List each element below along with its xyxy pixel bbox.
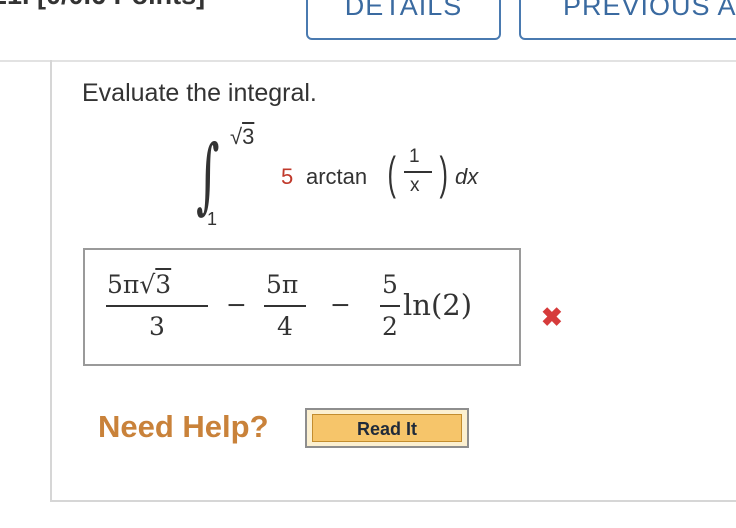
cross-icon: ✖ bbox=[541, 302, 563, 332]
fraction-numerator: 1 bbox=[409, 146, 420, 167]
term2-denominator: 4 bbox=[277, 312, 293, 341]
fraction-denominator: x bbox=[410, 175, 420, 196]
term3-log: ln(2) bbox=[403, 288, 473, 322]
previous-answers-label: PREVIOUS A bbox=[563, 0, 736, 21]
sqrt-symbol: √ bbox=[230, 124, 243, 149]
integral-lower-limit: 1 bbox=[207, 209, 218, 229]
question-points-label: 21. [0/0.6 Points] bbox=[0, 0, 205, 11]
term1-numerator-prefix: 5π√ bbox=[107, 270, 156, 299]
integral-upper-limit: √3 bbox=[230, 124, 254, 150]
minus-sign-1: − bbox=[226, 290, 247, 319]
need-help-label: Need Help? bbox=[98, 409, 269, 444]
term3-numerator: 5 bbox=[382, 270, 398, 299]
term1-denominator: 3 bbox=[149, 312, 165, 341]
left-paren: ( bbox=[387, 147, 396, 199]
term1-fraction-bar bbox=[106, 305, 208, 307]
differential: dx bbox=[455, 164, 479, 189]
term3-denominator: 2 bbox=[382, 312, 398, 341]
details-button[interactable]: DETAILS bbox=[306, 0, 501, 40]
details-button-label: DETAILS bbox=[344, 0, 463, 21]
term2-numerator: 5π bbox=[266, 270, 299, 299]
question-prompt: Evaluate the integral. bbox=[82, 79, 317, 107]
term1-radicand: 3 bbox=[155, 270, 172, 299]
integrand-function: arctan bbox=[306, 164, 368, 189]
read-it-button[interactable]: Read It bbox=[305, 408, 469, 448]
previous-answers-button[interactable]: PREVIOUS A bbox=[519, 0, 736, 40]
integrand-coefficient: 5 bbox=[281, 164, 294, 189]
read-it-label: Read It bbox=[312, 414, 462, 442]
term1-numerator: 5π√3 bbox=[107, 270, 171, 299]
fraction-bar bbox=[404, 171, 432, 173]
term2-fraction-bar bbox=[264, 305, 306, 307]
right-paren: ) bbox=[439, 147, 448, 199]
term3-fraction-bar bbox=[380, 305, 400, 307]
upper-limit-radicand: 3 bbox=[242, 124, 255, 149]
minus-sign-2: − bbox=[330, 290, 351, 319]
